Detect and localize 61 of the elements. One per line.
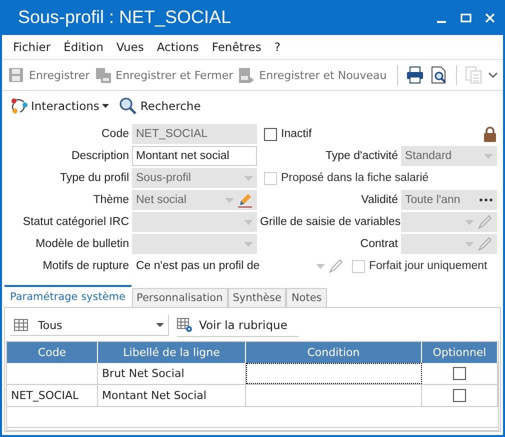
field-label: Type du profil (58, 172, 129, 184)
documents-icon (94, 66, 112, 84)
column-header[interactable]: Optionnel (422, 342, 498, 363)
field-label: Description (70, 150, 129, 162)
table-cell: Montant Net Social (98, 385, 246, 406)
view-button[interactable]: Voir la rubrique (177, 314, 300, 337)
filter-dropdown[interactable]: Tous (10, 315, 169, 336)
menu-item[interactable]: Édition (64, 40, 104, 54)
field-label: Motifs de rupture (42, 260, 129, 272)
grid-gear-icon (177, 318, 193, 332)
column-header[interactable]: Condition (246, 342, 422, 363)
caret-icon (156, 323, 164, 327)
tab[interactable]: Notes (286, 288, 327, 307)
checkbox[interactable] (453, 389, 466, 402)
input-field[interactable]: Montant net social (132, 146, 257, 166)
menu-item[interactable]: Fenêtres (212, 40, 262, 54)
field-label: Modèle de bulletin (34, 238, 129, 250)
field-label: Grille de saisie de variables (260, 216, 398, 228)
column-header[interactable]: Libellé de la ligne (98, 342, 246, 363)
field-label: Validité (360, 194, 398, 206)
field-label: Contrat (359, 238, 398, 250)
floppy-disk-icon (238, 66, 256, 84)
caret-icon (225, 198, 234, 202)
search-icon (119, 97, 138, 115)
table-cell: NET_SOCIAL (7, 385, 98, 406)
document-magnifier-icon[interactable] (430, 66, 448, 84)
checkbox-label: Proposé dans la fiche salarié (281, 172, 429, 184)
toolbar-button[interactable]: Recherche (119, 97, 201, 115)
network-nodes-icon (10, 97, 28, 115)
field-label: Statut catégoriel IRC (22, 216, 129, 228)
grid-icon (14, 319, 28, 331)
toolbar-button[interactable]: Interactions (10, 97, 110, 115)
caret-icon (484, 154, 493, 158)
field-label: Type d'activité (324, 150, 398, 162)
checkbox[interactable] (453, 367, 466, 380)
tab[interactable]: Synthèse (228, 288, 286, 307)
ellipsis-icon (479, 198, 493, 202)
maximize-icon[interactable] (459, 10, 473, 24)
checkbox[interactable] (264, 128, 277, 140)
caret-icon (465, 242, 474, 246)
column-header[interactable]: Code (7, 342, 98, 363)
field-label: Thème (92, 194, 129, 206)
menu-item[interactable]: Vues (116, 40, 144, 54)
menu-item[interactable]: ? (274, 40, 280, 54)
caret-icon (244, 176, 253, 180)
menu-item[interactable]: Fichier (13, 40, 51, 54)
close-icon[interactable] (483, 10, 497, 24)
caret-icon (465, 220, 474, 224)
pencil-icon[interactable] (328, 258, 344, 274)
checkbox-label: Inactif (281, 128, 312, 140)
printer-icon[interactable] (406, 66, 424, 84)
caret-icon (244, 220, 253, 224)
tab[interactable]: Personnalisation (132, 288, 228, 307)
caret-icon (244, 242, 253, 246)
table-cell[interactable] (246, 363, 422, 384)
caret-icon (316, 264, 325, 268)
table-cell: Brut Net Social (98, 363, 246, 384)
menu-item[interactable]: Actions (156, 40, 199, 54)
window-title: Sous-profil : NET_SOCIAL (18, 7, 232, 28)
field-label: Code (100, 128, 129, 140)
checkbox-label: Forfait jour uniquement (369, 260, 488, 272)
